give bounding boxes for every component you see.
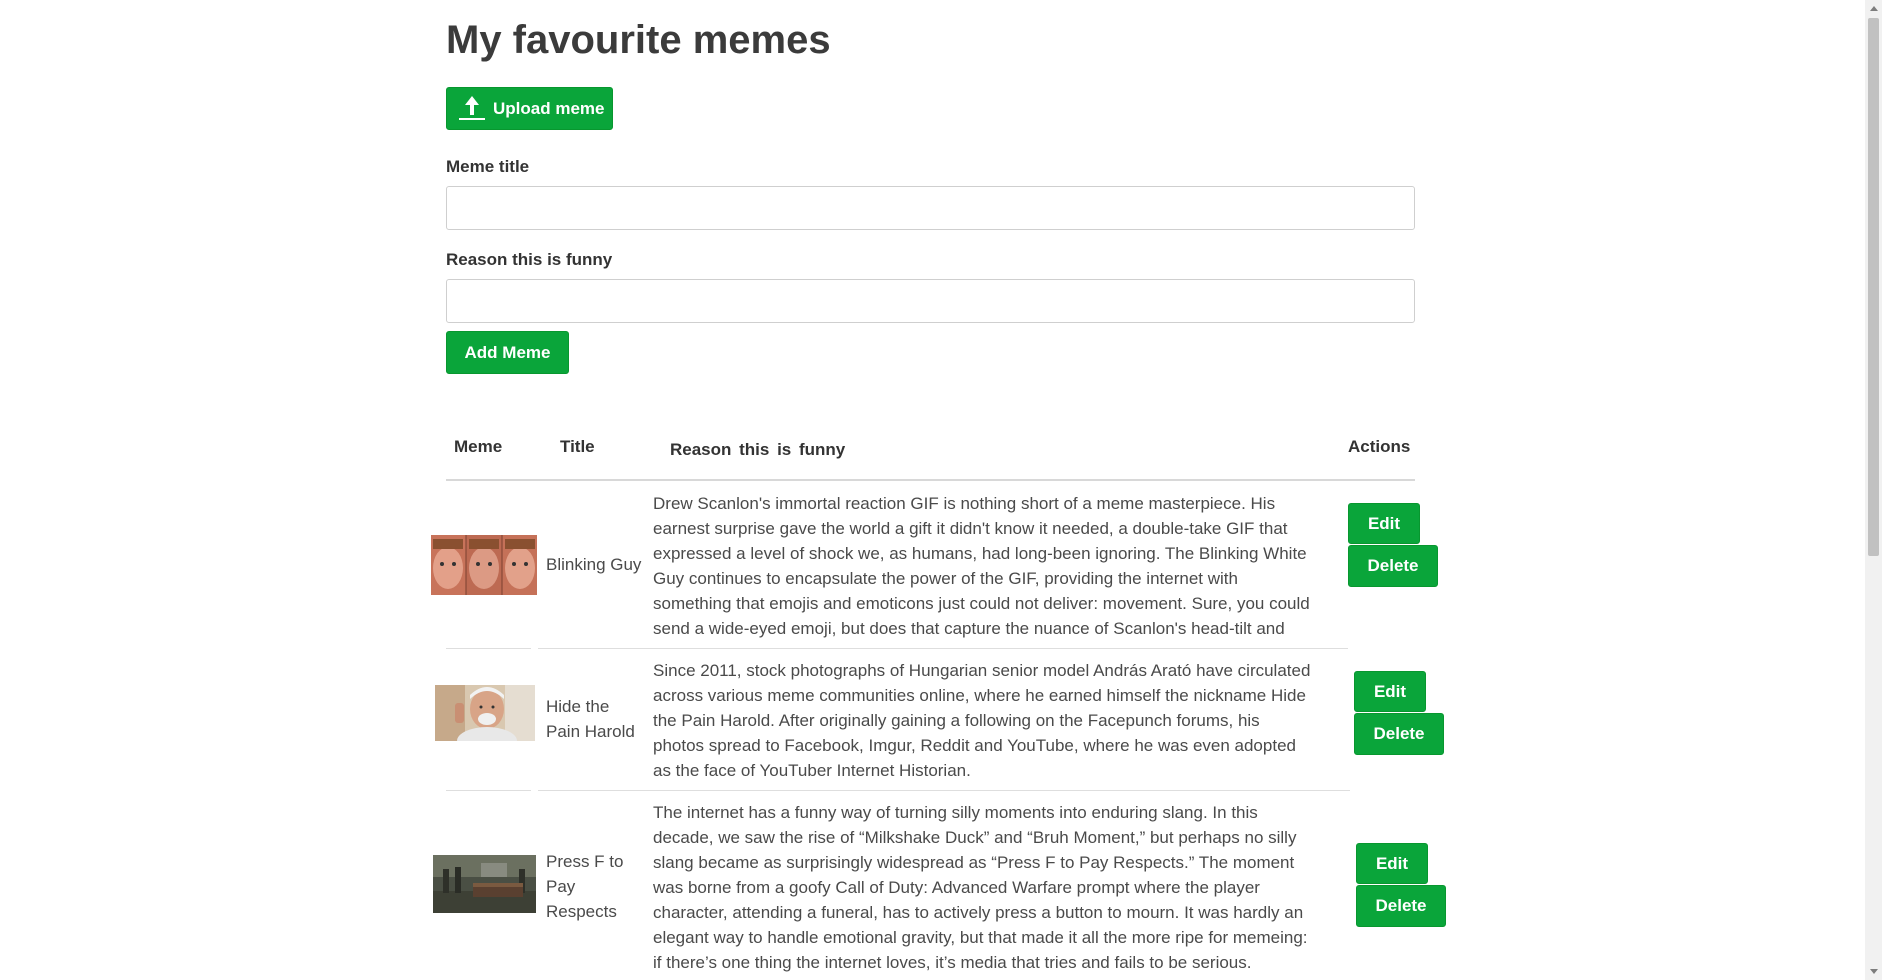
reason-input[interactable] bbox=[446, 279, 1415, 323]
upload-meme-button[interactable]: Upload meme bbox=[446, 87, 613, 130]
meme-reason-press-f-to-pay-respects: The internet has a funny way of turning … bbox=[653, 803, 1308, 972]
scroll-down-arrow-icon[interactable] bbox=[1865, 963, 1882, 980]
meme-reason-hide-the-pain-harold: Since 2011, stock photographs of Hungari… bbox=[653, 661, 1311, 780]
vertical-scrollbar[interactable] bbox=[1865, 0, 1882, 980]
meme-thumbnail-hide-the-pain-harold bbox=[435, 685, 535, 741]
column-header-meme: Meme bbox=[454, 437, 503, 456]
column-header-actions: Actions bbox=[1348, 437, 1411, 456]
meme-title-label: Meme title bbox=[446, 157, 530, 176]
meme-thumbnail-blinking-guy bbox=[431, 535, 537, 595]
meme-title-hide-the-pain-harold: Hide the Pain Harold bbox=[546, 697, 635, 741]
page-title: My favourite memes bbox=[446, 18, 831, 62]
row-divider bbox=[446, 648, 531, 649]
delete-button-press-f-to-pay-respects[interactable]: Delete bbox=[1356, 885, 1446, 927]
meme-reason-blinking-guy: Drew Scanlon's immortal reaction GIF is … bbox=[653, 494, 1310, 638]
edit-button-blinking-guy[interactable]: Edit bbox=[1348, 503, 1420, 544]
column-header-reason: Reason this is funny bbox=[670, 440, 846, 459]
add-meme-button[interactable]: Add Meme bbox=[446, 331, 569, 374]
delete-button-hide-the-pain-harold[interactable]: Delete bbox=[1354, 713, 1444, 755]
edit-button-hide-the-pain-harold[interactable]: Edit bbox=[1354, 671, 1426, 712]
column-header-title: Title bbox=[560, 437, 595, 456]
meme-title-input[interactable] bbox=[446, 186, 1415, 230]
meme-thumbnail-press-f-to-pay-respects bbox=[433, 855, 536, 913]
upload-icon bbox=[459, 95, 485, 122]
row-divider bbox=[446, 790, 531, 791]
scrollbar-thumb[interactable] bbox=[1868, 18, 1879, 556]
row-divider bbox=[538, 790, 1350, 791]
reason-label: Reason this is funny bbox=[446, 250, 613, 269]
table-header-divider bbox=[446, 479, 1415, 481]
edit-button-press-f-to-pay-respects[interactable]: Edit bbox=[1356, 843, 1428, 884]
meme-title-press-f-to-pay-respects: Press F to Pay Respects bbox=[546, 852, 624, 921]
upload-meme-label: Upload meme bbox=[493, 98, 605, 118]
meme-title-blinking-guy: Blinking Guy bbox=[546, 555, 642, 574]
delete-button-blinking-guy[interactable]: Delete bbox=[1348, 545, 1438, 587]
row-divider bbox=[538, 648, 1348, 649]
scroll-up-arrow-icon[interactable] bbox=[1865, 0, 1882, 17]
